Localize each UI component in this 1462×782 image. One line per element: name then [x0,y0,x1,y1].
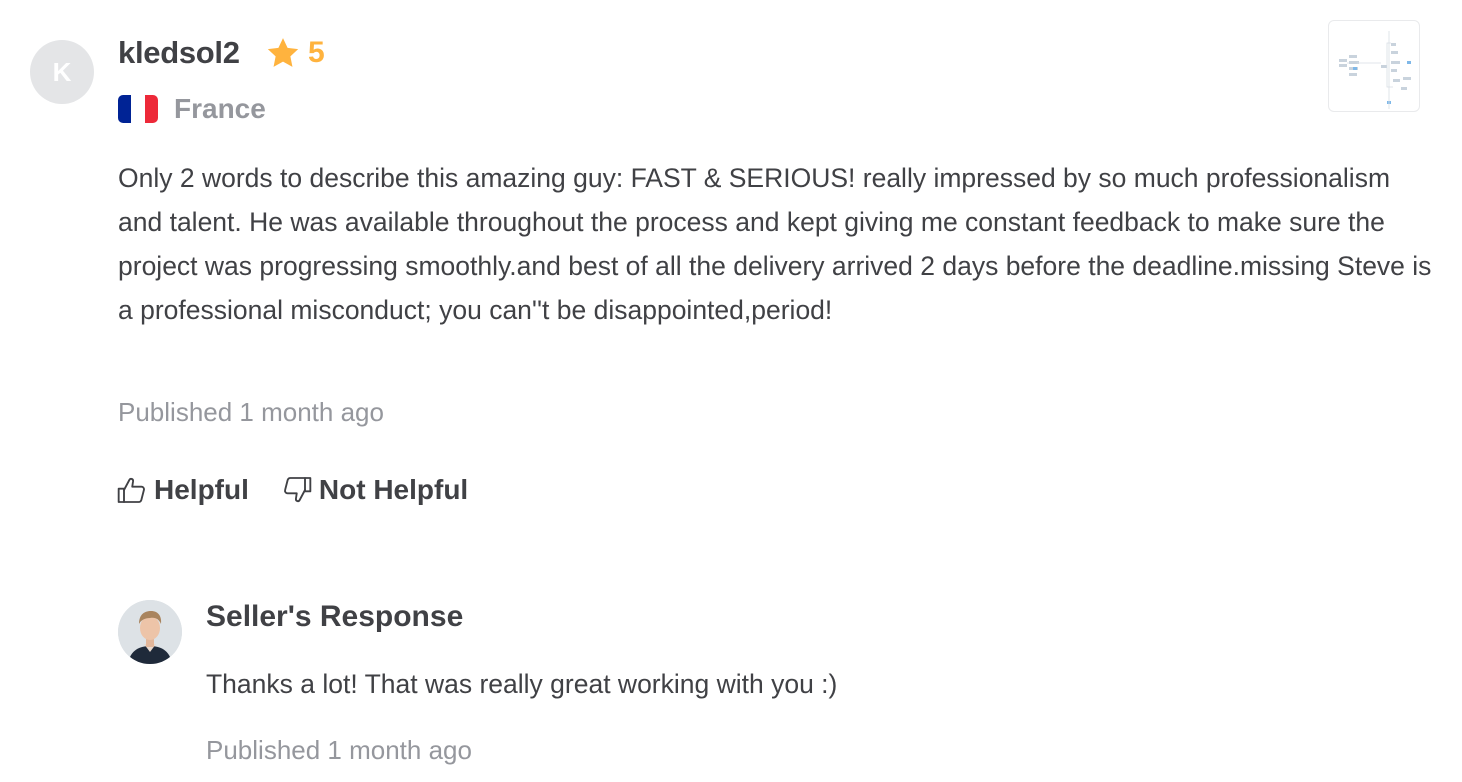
seller-response-title: Seller's Response [206,600,464,633]
reviewer-name[interactable]: kledsol2 [118,34,240,72]
star-icon [267,38,299,67]
thumbs-down-icon [283,477,312,503]
reviewer-avatar[interactable]: K [30,40,94,104]
helpful-label: Helpful [154,474,249,505]
not-helpful-label: Not Helpful [318,474,469,505]
seller-avatar[interactable] [118,600,182,664]
reviewer-avatar-initial: K [52,56,72,87]
flag-france-icon [118,95,158,123]
review-published-date: Published 1 month ago [118,397,384,427]
diagram-thumbnail-image [1339,31,1411,109]
rating: 5 [266,34,325,72]
seller-response-text: Thanks a lot! That was really great work… [206,669,838,699]
reviewer-country: France [118,92,266,126]
helpful-button[interactable]: Helpful [116,474,249,506]
delivery-thumbnail[interactable] [1328,20,1420,112]
review-votes: Helpful Not Helpful [116,470,468,510]
country-name: France [174,93,266,124]
seller-avatar-image [118,600,182,664]
rating-value: 5 [308,36,325,69]
review-text: Only 2 words to describe this amazing gu… [118,163,1432,325]
thumbs-up-icon [117,477,145,503]
seller-response-published-date: Published 1 month ago [206,735,472,765]
not-helpful-button[interactable]: Not Helpful [281,474,468,506]
review-card: K kledsol2 5 France Only 2 words to desc… [0,0,1462,782]
